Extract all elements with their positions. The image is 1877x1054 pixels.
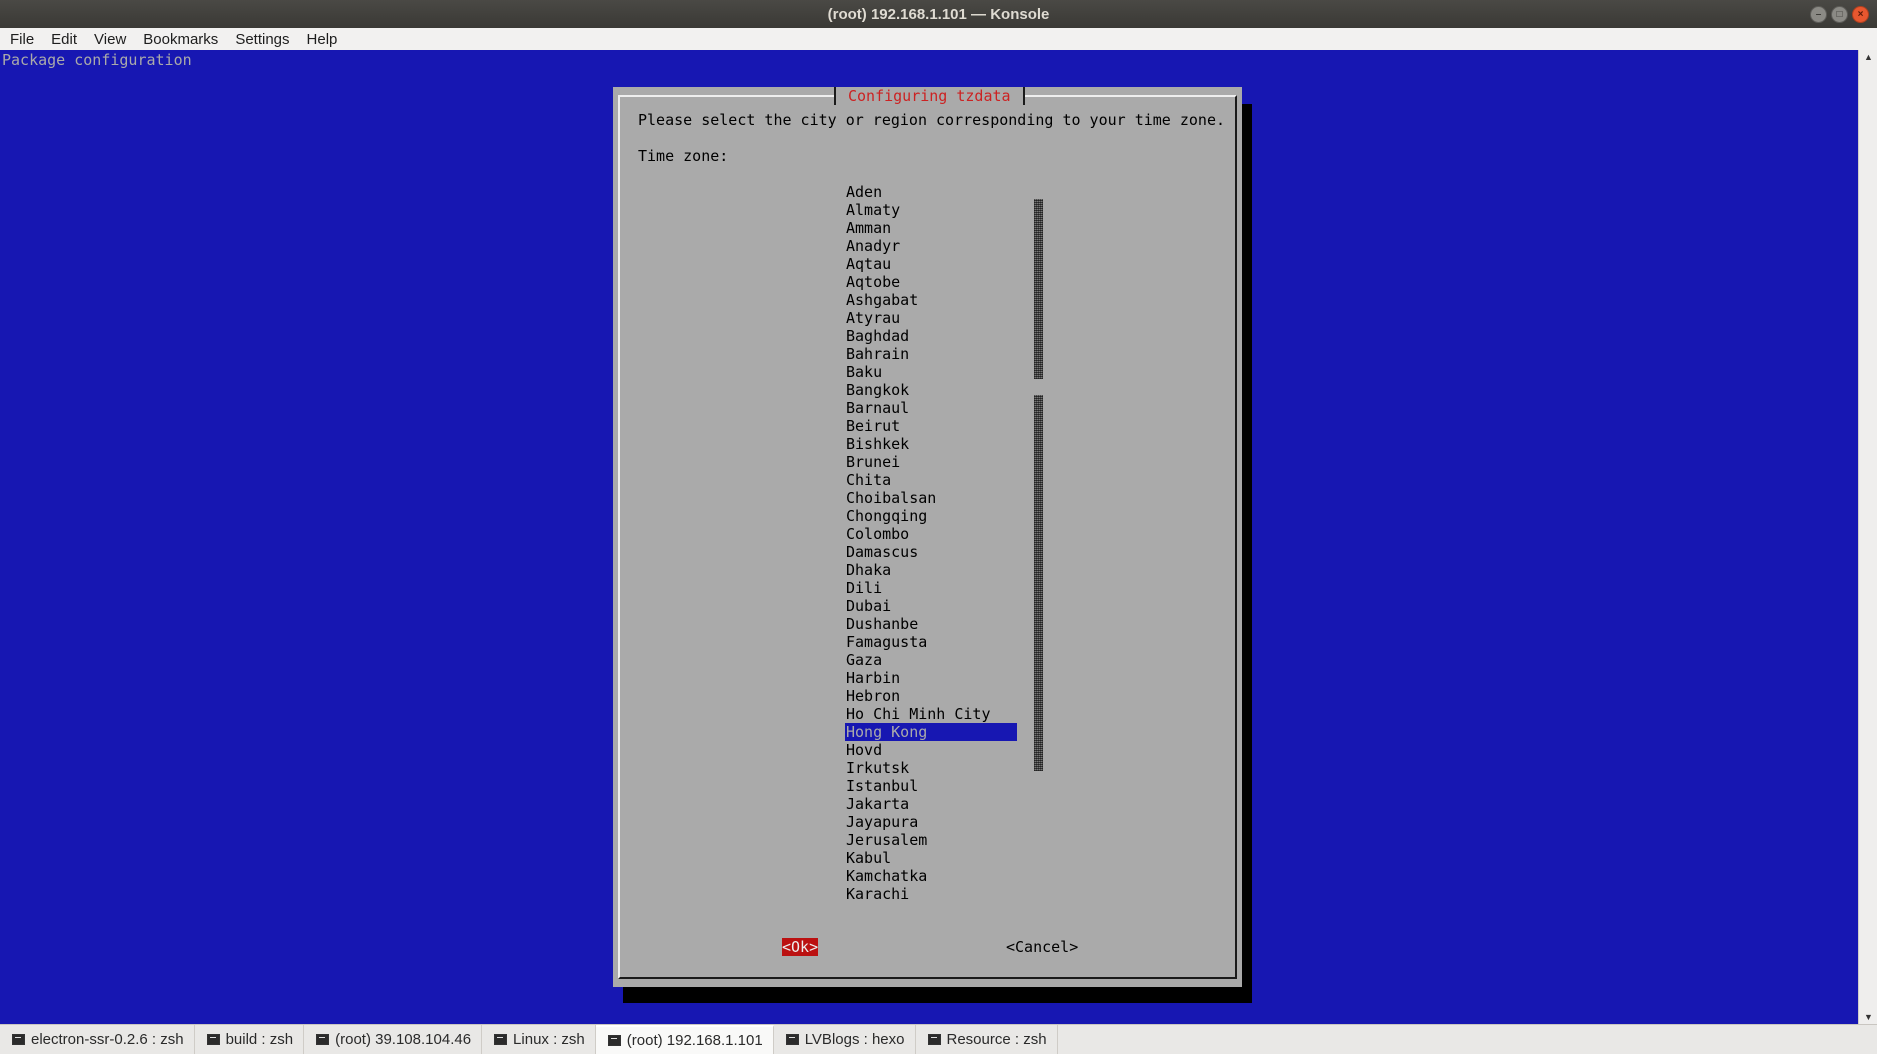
terminal-view[interactable]: Package configuration Please select the … xyxy=(0,50,1858,1024)
minimize-button[interactable]: – xyxy=(1810,6,1827,23)
time-zone-option[interactable]: Bahrain xyxy=(845,345,1017,363)
time-zone-option[interactable]: Aden xyxy=(845,183,1017,201)
time-zone-option[interactable]: Atyrau xyxy=(845,309,1017,327)
session-tab[interactable]: build : zsh xyxy=(195,1025,305,1054)
session-tab-label: build : zsh xyxy=(225,1031,294,1048)
session-tab[interactable]: (root) 39.108.104.46 xyxy=(304,1025,483,1054)
time-zone-option[interactable]: Barnaul xyxy=(845,399,1017,417)
terminal-icon xyxy=(316,1034,330,1045)
time-zone-option[interactable]: Dushanbe xyxy=(845,615,1017,633)
window-title: (root) 192.168.1.101 — Konsole xyxy=(827,5,1050,23)
session-tab-label: LVBlogs : hexo xyxy=(804,1031,905,1048)
time-zone-option[interactable]: Almaty xyxy=(845,201,1017,219)
time-zone-option[interactable]: Famagusta xyxy=(845,633,1017,651)
time-zone-option[interactable]: Beirut xyxy=(845,417,1017,435)
time-zone-option[interactable]: Kabul xyxy=(845,849,1017,867)
session-tab[interactable]: electron-ssr-0.2.6 : zsh xyxy=(0,1025,195,1054)
time-zone-option[interactable]: Hebron xyxy=(845,687,1017,705)
terminal-icon xyxy=(206,1034,220,1045)
time-zone-option[interactable]: Chita xyxy=(845,471,1017,489)
dialog-border: Please select the city or region corresp… xyxy=(618,95,1237,979)
time-zone-option[interactable]: Brunei xyxy=(845,453,1017,471)
time-zone-option[interactable]: Baku xyxy=(845,363,1017,381)
dialog-prompt: Please select the city or region corresp… xyxy=(638,111,1225,129)
time-zone-option[interactable]: Gaza xyxy=(845,651,1017,669)
session-tab-label: Resource : zsh xyxy=(946,1031,1047,1048)
session-tab[interactable]: Linux : zsh xyxy=(482,1025,596,1054)
time-zone-option-selected[interactable]: Hong Kong xyxy=(845,723,1017,741)
time-zone-option[interactable]: Dili xyxy=(845,579,1017,597)
time-zone-option[interactable]: Colombo xyxy=(845,525,1017,543)
session-tab[interactable]: LVBlogs : hexo xyxy=(774,1025,916,1054)
dialog-title: Configuring tzdata xyxy=(834,87,1025,105)
time-zone-option[interactable]: Chongqing xyxy=(845,507,1017,525)
close-icon: × xyxy=(1857,8,1864,20)
session-tab-bar: electron-ssr-0.2.6 : zsh build : zsh (root… xyxy=(0,1024,1877,1054)
time-zone-option[interactable]: Kamchatka xyxy=(845,867,1017,885)
time-zone-list[interactable]: Aden Almaty Amman Anadyr Aqtau Aqtobe Ashgabat… xyxy=(845,183,1017,903)
terminal-scrollbar[interactable]: ▲ ▼ xyxy=(1858,50,1877,1024)
time-zone-option[interactable]: Damascus xyxy=(845,543,1017,561)
time-zone-option[interactable]: Hovd xyxy=(845,741,1017,759)
maximize-icon: □ xyxy=(1836,8,1843,20)
time-zone-option[interactable]: Karachi xyxy=(845,885,1017,903)
time-zone-option[interactable]: Bangkok xyxy=(845,381,1017,399)
time-zone-option[interactable]: Anadyr xyxy=(845,237,1017,255)
time-zone-option[interactable]: Irkutsk xyxy=(845,759,1017,777)
tzdata-dialog: Please select the city or region corresp… xyxy=(613,87,1242,987)
time-zone-option[interactable]: Bishkek xyxy=(845,435,1017,453)
time-zone-option[interactable]: Baghdad xyxy=(845,327,1017,345)
time-zone-scrollbar[interactable] xyxy=(1034,199,1044,899)
time-zone-option[interactable]: Amman xyxy=(845,219,1017,237)
terminal-icon xyxy=(927,1034,941,1045)
time-zone-option[interactable]: Ashgabat xyxy=(845,291,1017,309)
time-zone-option[interactable]: Ho Chi Minh City xyxy=(845,705,1017,723)
terminal-icon xyxy=(607,1035,621,1046)
menu-edit[interactable]: Edit xyxy=(41,31,84,48)
time-zone-option[interactable]: Dubai xyxy=(845,597,1017,615)
terminal-icon xyxy=(785,1034,799,1045)
session-tab[interactable]: Resource : zsh xyxy=(916,1025,1058,1054)
cancel-button[interactable]: <Cancel> xyxy=(1006,938,1078,956)
time-zone-option[interactable]: Choibalsan xyxy=(845,489,1017,507)
close-button[interactable]: × xyxy=(1852,6,1869,23)
ok-button[interactable]: <Ok> xyxy=(782,938,819,956)
scrollbar-track-lower xyxy=(1034,395,1043,771)
session-tab-label: Linux : zsh xyxy=(513,1031,585,1048)
time-zone-label: Time zone: xyxy=(638,147,729,165)
menu-bar: File Edit View Bookmarks Settings Help xyxy=(0,28,1877,51)
menu-settings[interactable]: Settings xyxy=(225,31,296,48)
menu-file[interactable]: File xyxy=(0,31,41,48)
time-zone-option[interactable]: Aqtau xyxy=(845,255,1017,273)
session-tab-label: (root) 192.168.1.101 xyxy=(626,1032,763,1049)
menu-help[interactable]: Help xyxy=(297,31,345,48)
menu-bookmarks[interactable]: Bookmarks xyxy=(133,31,225,48)
session-tab-label: (root) 39.108.104.46 xyxy=(335,1031,472,1048)
package-configuration-header: Package configuration xyxy=(2,51,192,69)
time-zone-option[interactable]: Istanbul xyxy=(845,777,1017,795)
session-tab-label: electron-ssr-0.2.6 : zsh xyxy=(31,1031,184,1048)
minimize-icon: – xyxy=(1815,8,1822,20)
time-zone-option[interactable]: Jakarta xyxy=(845,795,1017,813)
terminal-icon xyxy=(12,1034,25,1045)
scroll-down-arrow-icon[interactable]: ▼ xyxy=(1859,1010,1877,1024)
time-zone-option[interactable]: Jayapura xyxy=(845,813,1017,831)
time-zone-option[interactable]: Dhaka xyxy=(845,561,1017,579)
window-title-bar: (root) 192.168.1.101 — Konsole – □ × xyxy=(0,0,1877,28)
time-zone-option[interactable]: Aqtobe xyxy=(845,273,1017,291)
menu-view[interactable]: View xyxy=(84,31,133,48)
maximize-button[interactable]: □ xyxy=(1831,6,1848,23)
time-zone-option[interactable]: Harbin xyxy=(845,669,1017,687)
scroll-up-arrow-icon[interactable]: ▲ xyxy=(1859,50,1877,64)
session-tab[interactable]: (root) 192.168.1.101 xyxy=(595,1025,774,1054)
window-controls: – □ × xyxy=(1810,6,1869,23)
time-zone-option[interactable]: Jerusalem xyxy=(845,831,1017,849)
scrollbar-track-upper xyxy=(1034,199,1043,379)
terminal-icon xyxy=(494,1034,508,1045)
